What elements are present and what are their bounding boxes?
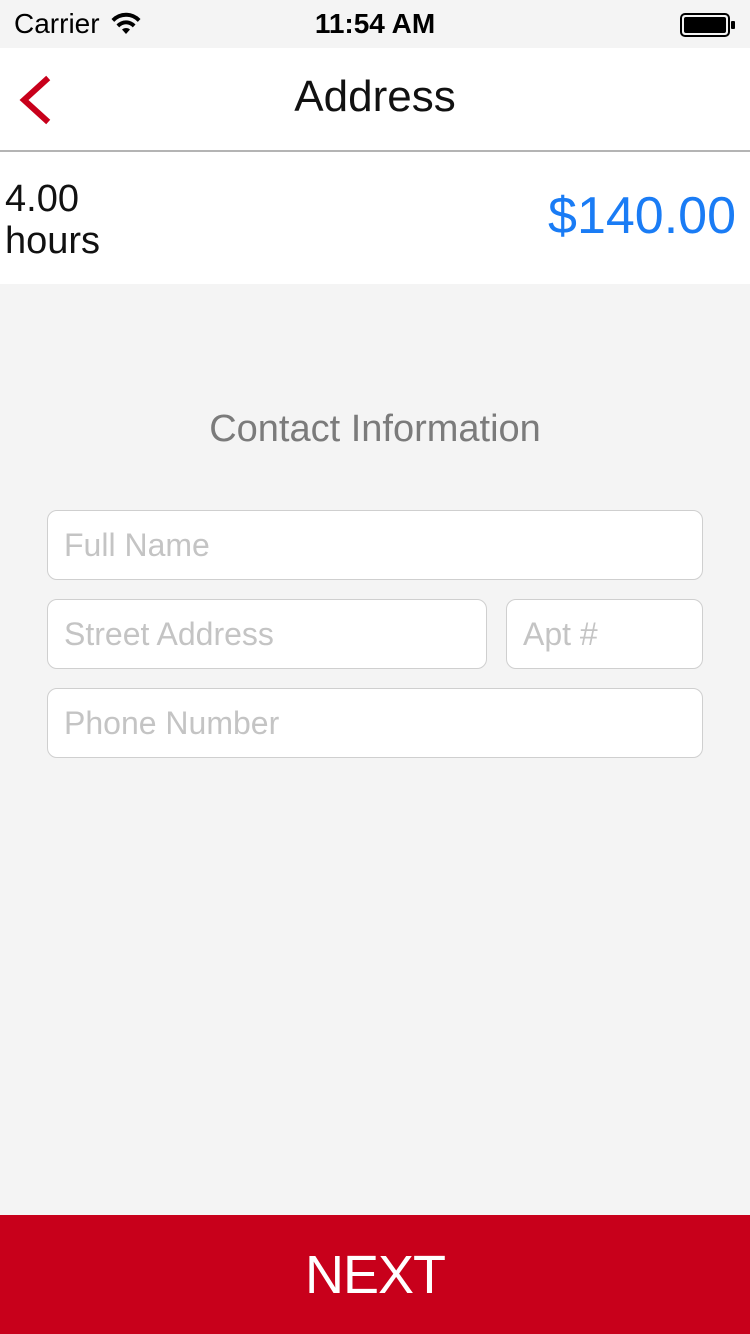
status-bar: Carrier 11:54 AM	[0, 0, 750, 48]
booking-summary: 4.00 hours $140.00	[0, 152, 750, 284]
street-address-field[interactable]	[47, 599, 487, 669]
hours-label: 4.00 hours	[5, 178, 101, 262]
battery-full-icon	[680, 13, 735, 37]
next-button[interactable]: NEXT	[0, 1215, 750, 1334]
phone-number-field[interactable]	[47, 688, 703, 758]
nav-bar: Address	[0, 48, 750, 152]
address-screen: Carrier 11:54 AM Address 4.00 hours $140…	[0, 0, 750, 1334]
page-title: Address	[294, 72, 456, 121]
price-label: $140.00	[548, 187, 736, 245]
contact-section-title: Contact Information	[209, 408, 541, 450]
full-name-field[interactable]	[47, 510, 703, 580]
status-time: 11:54 AM	[314, 8, 436, 39]
apt-number-field[interactable]	[506, 599, 703, 669]
